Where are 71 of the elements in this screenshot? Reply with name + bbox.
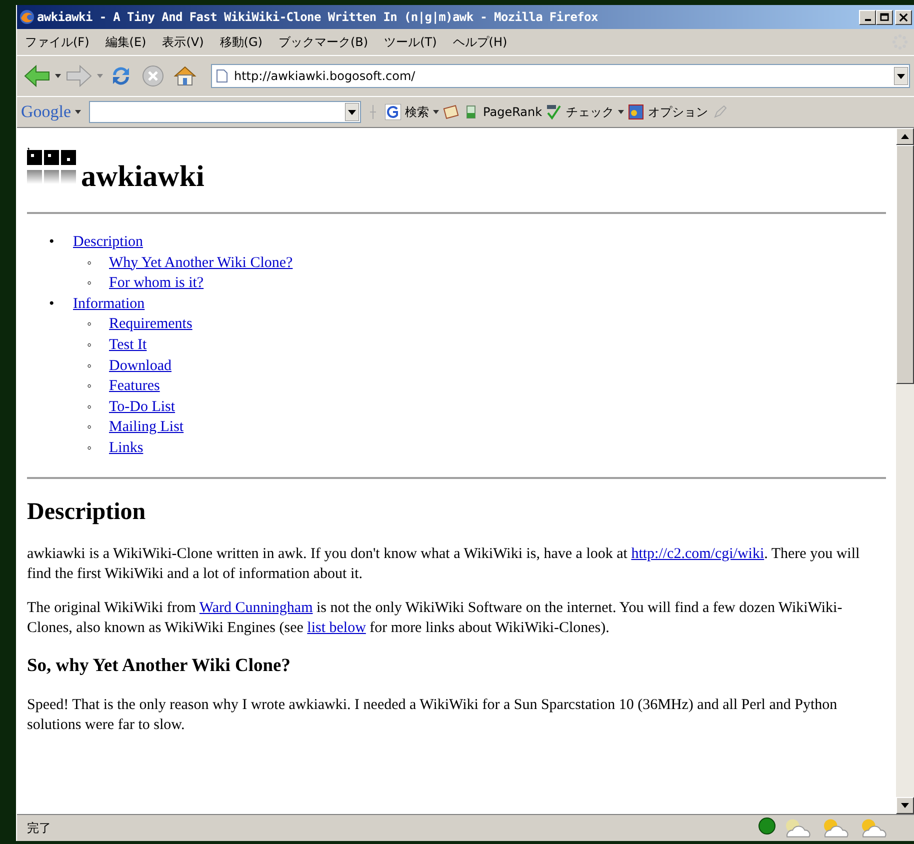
status-text: 完了 [26,820,52,836]
dropdown-icon[interactable] [894,67,908,85]
bullet: ◦ [87,336,93,354]
menu-item[interactable]: ヘルプ(H) [452,34,508,50]
link[interactable]: Ward Cunningham [199,600,313,616]
section-heading: Description [27,498,147,526]
google-logo[interactable]: Google [21,102,72,122]
dropdown-icon[interactable] [55,74,61,78]
menu-item[interactable]: 編集(E) [105,34,146,50]
search-field[interactable] [89,101,362,123]
bullet: ◦ [87,254,93,272]
toc-link[interactable]: Test It [109,336,147,353]
subsection-heading: So, why Yet Another Wiki Clone? [27,656,292,677]
window-title: awkiawki - A Tiny And Fast WikiWiki-Clone Written In (n|g|m)awk - Mozilla Firefox [37,10,599,24]
paragraph: awkiawki is a WikiWiki-Clone written in awk. If you don't know what a WikiWiki is, have a look at http://c2.com/cgi/wiki. There you will find the first WikiWiki and a lot of information about it. [27,544,861,584]
maximize-icon [880,12,889,22]
pagerank-label[interactable]: PageRank [483,105,542,119]
toc-link[interactable]: Download [109,358,172,374]
menu-item[interactable]: ブックマーク(B) [278,34,368,50]
menu-item[interactable]: ファイル(F) [25,34,90,50]
dropdown-icon[interactable] [345,103,360,121]
toc-link[interactable]: Features [109,378,160,394]
toc-link[interactable]: To-Do List [109,398,176,415]
menu-item[interactable]: ツール(T) [384,34,437,50]
dropdown-icon[interactable] [75,110,82,114]
toc-link[interactable]: Links [109,440,144,456]
bullet: ◦ [87,274,93,292]
status-dot-icon [758,817,776,835]
menu-item[interactable]: 表示(V) [162,34,204,50]
back-arrow-icon[interactable] [23,64,51,88]
scroll-down-icon[interactable] [901,803,909,808]
spellcheck-icon[interactable] [546,104,562,120]
page-icon [216,69,228,83]
scroll-up-icon[interactable] [901,134,909,139]
bullet: ◦ [87,418,93,436]
search-button[interactable]: 検索 [405,104,430,120]
bullet: • [49,233,56,252]
bullet: ◦ [87,438,93,457]
toc-link[interactable]: Mailing List [109,419,184,436]
minimize-icon [864,19,870,21]
close-button[interactable] [895,10,912,24]
check-button[interactable]: チェック [566,104,614,120]
home-icon[interactable] [171,64,199,88]
dropdown-icon[interactable] [433,110,440,114]
scrollbar[interactable] [896,128,914,814]
paragraph: The original WikiWiki from Ward Cunningham is not the only WikiWiki Software on the internet. You will find a few dozen WikiWiki-Clones, also known as WikiWiki Engines (see list below for more links about WikiWiki-Clones). [27,598,844,638]
g-icon[interactable] [385,104,402,120]
site-title: awkiawki [81,160,204,194]
maximize-button[interactable] [876,10,893,24]
bullet: ◦ [87,398,93,416]
bullet: ◦ [87,356,93,375]
toc-link[interactable]: Requirements [109,316,192,332]
toc-link[interactable]: Why Yet Another Wiki Clone? [109,254,293,271]
paragraph: Speed! That is the only reason why I wrote awkiawki. I needed a WikiWiki for a Sun Sparcstation 10 (36MHz) and all Perl and Python solutions were far to slow. [27,696,838,735]
bullet: ◦ [87,315,93,334]
menu-item[interactable]: 移動(G) [220,34,262,50]
toc-link[interactable]: Description [73,234,143,250]
bullet: • [49,294,56,314]
toc-link[interactable]: For whom is it? [109,275,204,292]
link[interactable]: http://c2.com/cgi/wiki [631,546,764,562]
close-icon [899,12,908,22]
news-icon[interactable] [443,104,460,120]
toc-link[interactable]: Information [73,296,145,312]
bullet: ◦ [87,377,93,396]
options-button[interactable]: オプション [648,104,708,120]
address-field[interactable]: http://awkiawki.bogosoft.com/ [211,64,910,88]
dropdown-icon[interactable] [618,110,624,114]
link[interactable]: list below [307,620,366,636]
minimize-button[interactable] [859,10,876,24]
options-icon[interactable] [628,104,644,120]
browser-logo-icon [19,9,35,25]
